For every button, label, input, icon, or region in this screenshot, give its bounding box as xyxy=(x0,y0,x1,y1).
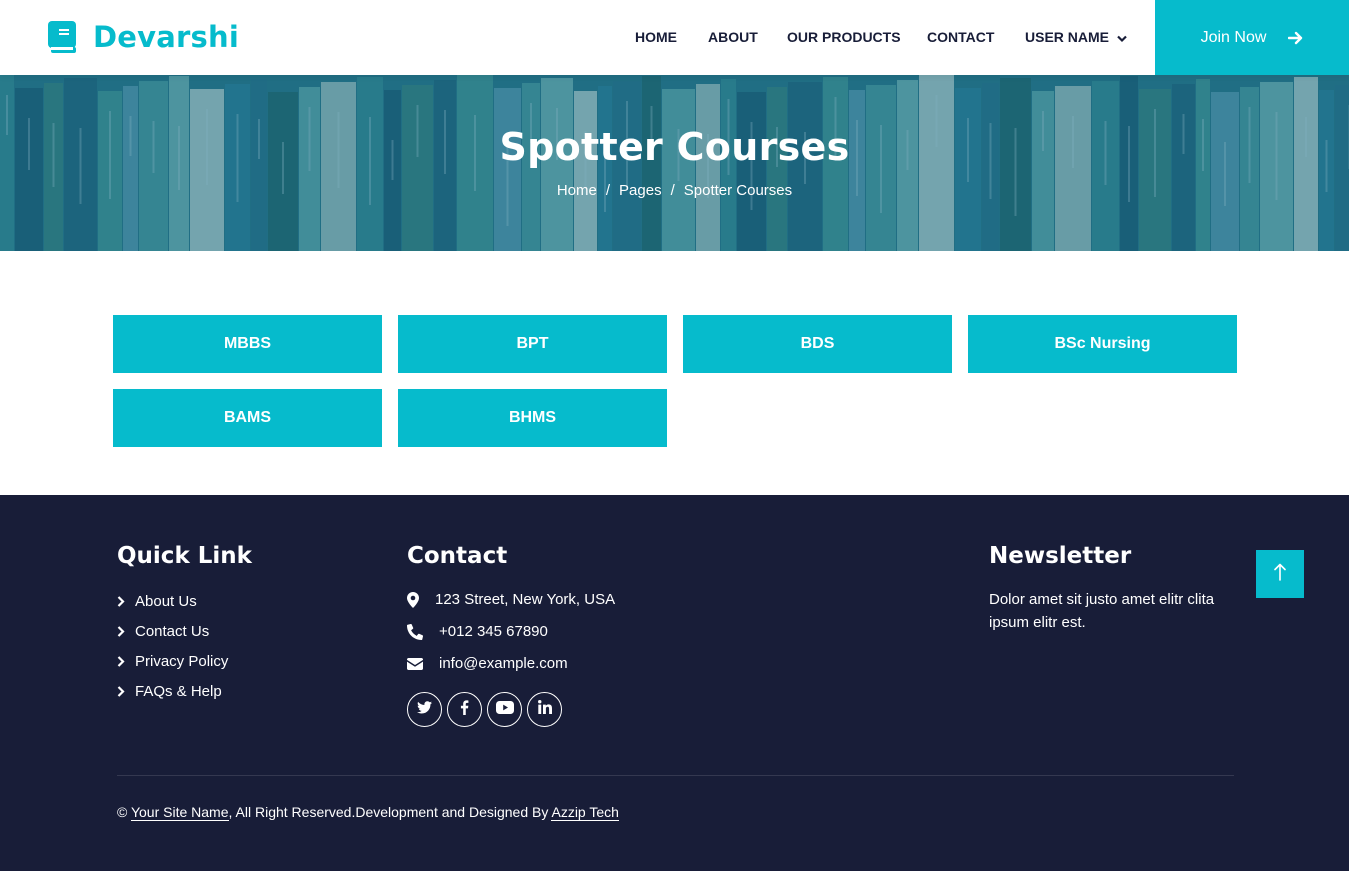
breadcrumb-pages[interactable]: Pages xyxy=(619,182,662,199)
quick-link-about-us[interactable]: About Us xyxy=(117,593,197,610)
navbar: Devarshi HOME ABOUT OUR PRODUCTS CONTACT… xyxy=(0,0,1349,75)
chevron-right-icon xyxy=(117,596,135,607)
join-now-label: Join Now xyxy=(1200,28,1267,46)
site-name-link[interactable]: Your Site Name xyxy=(130,804,229,821)
course-bpt-button[interactable]: BPT xyxy=(398,315,667,373)
quick-link-heading: Quick Link xyxy=(117,543,252,569)
course-bsc-nursing-button[interactable]: BSc Nursing xyxy=(968,315,1237,373)
newsletter-heading: Newsletter xyxy=(989,543,1132,569)
nav-contact[interactable]: CONTACT xyxy=(927,29,994,45)
contact-phone-text: +012 345 67890 xyxy=(439,623,548,640)
twitter-link[interactable] xyxy=(407,692,442,727)
quick-link-label: Privacy Policy xyxy=(135,653,229,670)
newsletter-text: Dolor amet sit justo amet elitr clita ip… xyxy=(989,591,1215,631)
page-title: Spotter Courses xyxy=(499,125,850,169)
course-bds-button[interactable]: BDS xyxy=(683,315,952,373)
course-bams-button[interactable]: BAMS xyxy=(113,389,382,447)
breadcrumb-separator: / xyxy=(670,182,675,199)
facebook-icon xyxy=(460,699,469,720)
chevron-down-icon xyxy=(1117,30,1127,46)
back-to-top-button[interactable] xyxy=(1256,550,1304,598)
brand-logo[interactable]: Devarshi xyxy=(48,20,239,54)
quick-link-label: About Us xyxy=(135,593,197,610)
copyright-symbol: © xyxy=(117,804,128,820)
quick-link-faqs-help[interactable]: FAQs & Help xyxy=(117,683,222,700)
contact-heading: Contact xyxy=(407,543,508,569)
chevron-right-icon xyxy=(117,656,135,667)
breadcrumb-current: Spotter Courses xyxy=(683,182,793,199)
arrow-up-icon xyxy=(1274,563,1286,586)
brand-name: Devarshi xyxy=(93,20,239,54)
map-marker-icon xyxy=(407,591,435,608)
contact-phone: +012 345 67890 xyxy=(407,623,548,640)
quick-link-label: FAQs & Help xyxy=(135,683,222,700)
nav-our-products[interactable]: OUR PRODUCTS xyxy=(787,29,901,45)
twitter-icon xyxy=(417,700,432,719)
facebook-link[interactable] xyxy=(447,692,482,727)
breadcrumb: Home / Pages / Spotter Courses xyxy=(0,182,1349,199)
youtube-icon xyxy=(495,700,514,719)
contact-email: info@example.com xyxy=(407,655,568,672)
youtube-link[interactable] xyxy=(487,692,522,727)
linkedin-link[interactable] xyxy=(527,692,562,727)
nav-user-menu[interactable]: USER NAME xyxy=(1025,29,1127,46)
user-name-label: USER NAME xyxy=(1025,29,1110,45)
envelope-icon xyxy=(407,657,439,670)
quick-link-contact-us[interactable]: Contact Us xyxy=(117,623,209,640)
breadcrumb-home[interactable]: Home xyxy=(557,182,597,199)
designer-link[interactable]: Azzip Tech xyxy=(551,804,619,821)
footer-divider xyxy=(117,775,1234,776)
contact-address: 123 Street, New York, USA xyxy=(407,591,615,608)
nav-home[interactable]: HOME xyxy=(635,29,677,45)
course-mbbs-button[interactable]: MBBS xyxy=(113,315,382,373)
course-bhms-button[interactable]: BHMS xyxy=(398,389,667,447)
linkedin-icon xyxy=(537,700,552,719)
copyright-middle-text: , All Right Reserved.Development and Des… xyxy=(228,804,549,820)
contact-address-text: 123 Street, New York, USA xyxy=(435,591,616,608)
arrow-right-icon xyxy=(1288,31,1303,45)
page-header-banner: Spotter Courses Home / Pages / Spotter Cours… xyxy=(0,75,1349,251)
chevron-right-icon xyxy=(117,626,135,637)
nav-about[interactable]: ABOUT xyxy=(708,29,758,45)
quick-link-label: Contact Us xyxy=(135,623,210,640)
contact-email-text: info@example.com xyxy=(439,655,568,672)
breadcrumb-separator: / xyxy=(605,182,611,199)
chevron-right-icon xyxy=(117,686,135,697)
footer: Quick Link About Us Contact Us Privacy P… xyxy=(0,495,1349,871)
book-icon xyxy=(48,21,76,53)
quick-link-privacy-policy[interactable]: Privacy Policy xyxy=(117,653,228,670)
phone-icon xyxy=(407,623,439,640)
join-now-button[interactable]: Join Now xyxy=(1155,0,1349,75)
copyright-text: © Your Site Name, All Right Reserved.Dev… xyxy=(117,804,619,821)
